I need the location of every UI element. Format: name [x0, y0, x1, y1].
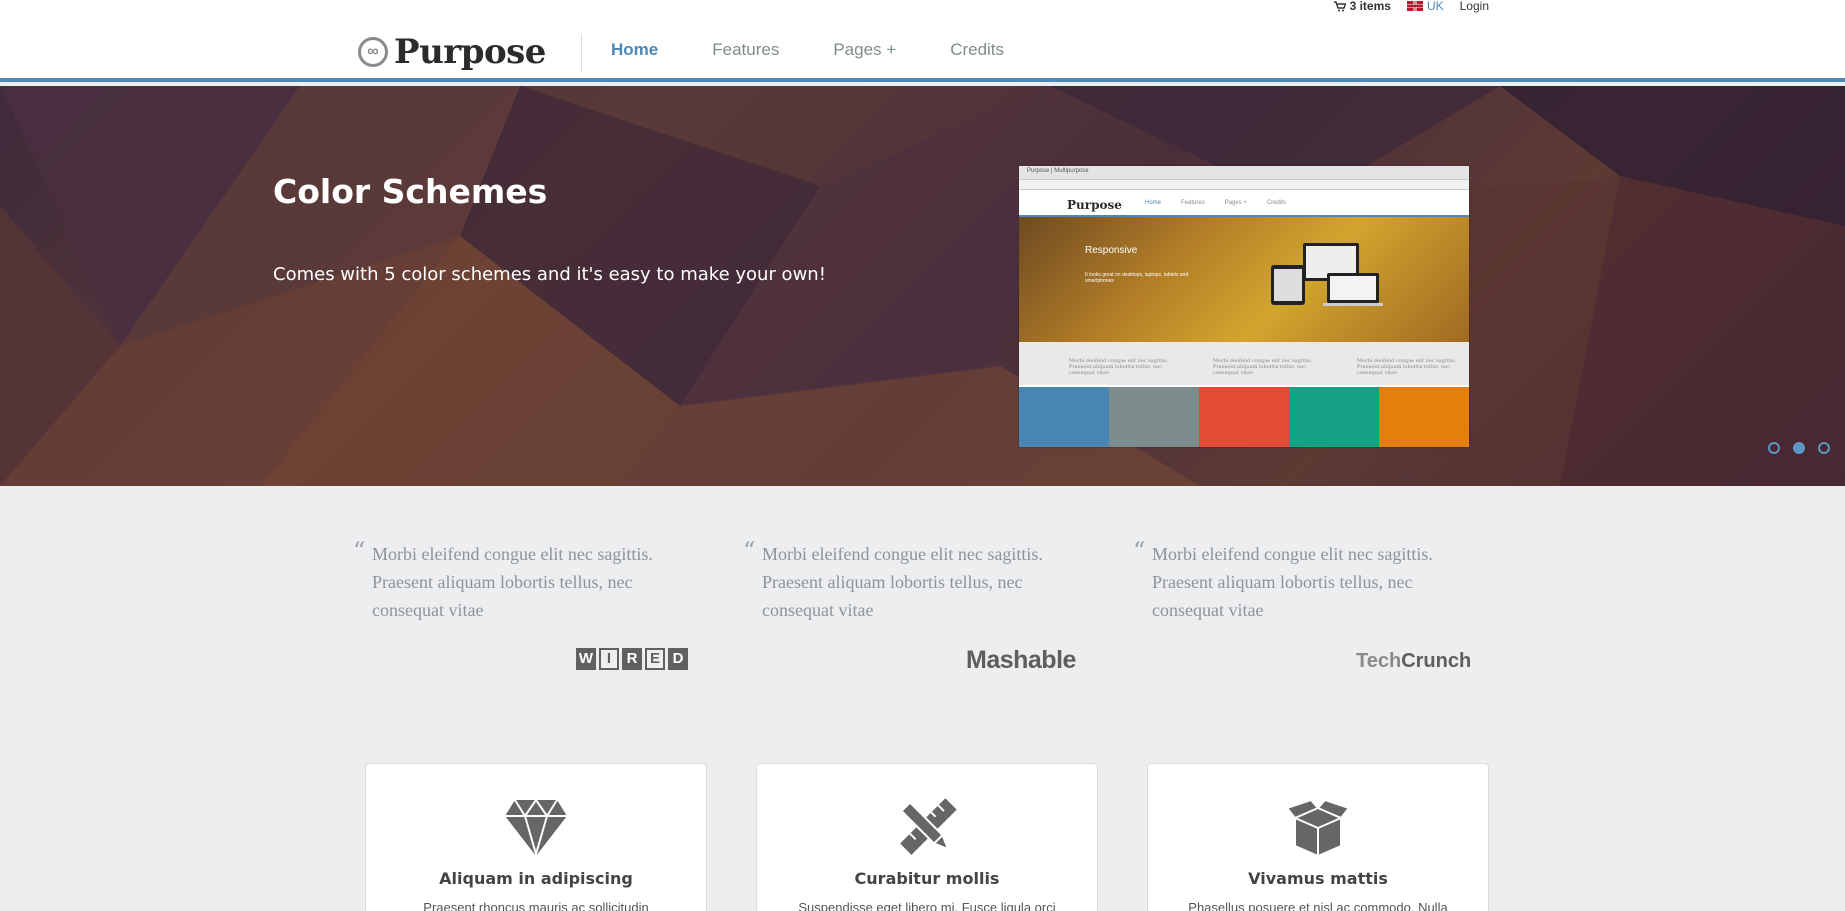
nav-features[interactable]: Features	[712, 40, 779, 60]
wired-letter: E	[645, 648, 665, 670]
wired-letter: D	[668, 648, 688, 670]
login-link[interactable]: Login	[1460, 0, 1489, 13]
preview-quote: Morbi eleifend congue elit nec sagittis.…	[1357, 358, 1457, 376]
slider-pagination	[1768, 442, 1830, 454]
infinity-logo-icon: ∞	[358, 37, 388, 67]
nav-divider	[581, 34, 582, 72]
testimonial: “ Morbi eleifend congue elit nec sagitti…	[743, 537, 1133, 674]
feature-text: Phasellus posuere et nisl ac commodo. Nu…	[1188, 900, 1448, 911]
preview-logo: Purpose	[1067, 198, 1122, 212]
utility-bar: 3 items UK Login	[1333, 0, 1489, 13]
wired-letter: R	[622, 648, 642, 670]
region-label: UK	[1426, 0, 1444, 13]
preview-nav-home: Home	[1145, 200, 1162, 206]
address-bar	[1019, 180, 1469, 190]
region-selector[interactable]: UK	[1406, 0, 1444, 13]
swatch-gray	[1109, 387, 1199, 447]
preview-quote: Morbi eleifend congue elit nec sagittis.…	[1213, 358, 1313, 376]
cart-icon	[1333, 0, 1346, 11]
diamond-icon	[505, 798, 567, 858]
wired-logo: WIRED	[576, 648, 688, 670]
site-logo[interactable]: ∞ Purpose	[358, 32, 546, 72]
hero-title: Color Schemes	[273, 172, 548, 211]
slide-dot-1[interactable]	[1768, 442, 1780, 454]
nav-home[interactable]: Home	[611, 40, 658, 60]
testimonial: “ Morbi eleifend congue elit nec sagitti…	[353, 537, 743, 670]
testimonial: “ Morbi eleifend congue elit nec sagitti…	[1133, 537, 1523, 672]
swatch-green	[1289, 387, 1379, 447]
feature-card: Curabitur mollis Suspendisse eget libero…	[756, 763, 1098, 911]
cart-count: 3 items	[1349, 0, 1391, 13]
preview-nav-credits: Credits	[1266, 200, 1286, 206]
nav-credits[interactable]: Credits	[950, 40, 1004, 60]
logo-text: Purpose	[394, 32, 546, 72]
feature-card: Aliquam in adipiscing Praesent rhoncus m…	[365, 763, 707, 911]
wired-letter: W	[576, 648, 596, 670]
color-schemes-preview: Purpose | Multipurpose Purpose Home Feat…	[1019, 166, 1469, 447]
nav-pages[interactable]: Pages +	[833, 40, 896, 60]
preview-hero: Responsive It looks great on desktops, l…	[1019, 217, 1469, 342]
mashable-logo: Mashable	[966, 646, 1076, 674]
quote-icon: “	[1133, 537, 1146, 565]
wired-letter: I	[599, 648, 619, 670]
box-icon	[1285, 798, 1351, 858]
color-swatches	[1019, 387, 1469, 447]
feature-title: Aliquam in adipiscing	[439, 869, 633, 888]
site-header: 3 items UK Login ∞ Purpose Home Features…	[0, 0, 1845, 82]
uk-flag-icon	[1406, 1, 1423, 11]
feature-text: Suspendisse eget libero mi. Fusce ligula…	[798, 900, 1056, 911]
testimonial-text: Morbi eleifend congue elit nec sagittis.…	[762, 544, 1043, 620]
quote-icon: “	[743, 537, 756, 565]
feature-cards: Aliquam in adipiscing Praesent rhoncus m…	[365, 763, 1489, 911]
testimonials: “ Morbi eleifend congue elit nec sagitti…	[353, 537, 1523, 674]
preview-nav: Home Features Pages + Credits	[1145, 200, 1286, 206]
preview-hero-title: Responsive	[1085, 245, 1138, 256]
cart-link[interactable]: 3 items	[1333, 0, 1391, 13]
preview-hero-text: It looks great on desktops, laptops, tab…	[1085, 272, 1189, 284]
preview-quote: Morbi eleifend congue elit nec sagittis.…	[1069, 358, 1169, 376]
devices-icon	[1271, 243, 1383, 306]
pencil-ruler-icon	[900, 798, 957, 855]
polygon-background	[0, 86, 1845, 486]
swatch-red	[1199, 387, 1289, 447]
preview-quotes: Morbi eleifend congue elit nec sagittis.…	[1019, 342, 1469, 385]
hero-subtitle: Comes with 5 color schemes and it's easy…	[273, 264, 826, 285]
hero-slider: Color Schemes Comes with 5 color schemes…	[0, 86, 1845, 486]
testimonial-text: Morbi eleifend congue elit nec sagittis.…	[1152, 544, 1433, 620]
feature-title: Vivamus mattis	[1248, 869, 1388, 888]
browser-tab: Purpose | Multipurpose	[1019, 166, 1469, 180]
techcrunch-logo: TechCrunch	[1356, 650, 1471, 673]
preview-nav-features: Features	[1181, 200, 1205, 206]
swatch-blue	[1019, 387, 1109, 447]
techcrunch-tech: Tech	[1356, 650, 1402, 672]
swatch-orange	[1379, 387, 1469, 447]
testimonial-text: Morbi eleifend congue elit nec sagittis.…	[372, 544, 653, 620]
feature-text: Praesent rhoncus mauris ac sollicitudin	[423, 900, 649, 911]
feature-card: Vivamus mattis Phasellus posuere et nisl…	[1147, 763, 1489, 911]
feature-title: Curabitur mollis	[854, 869, 1000, 888]
slide-dot-3[interactable]	[1818, 442, 1830, 454]
preview-header: Purpose Home Features Pages + Credits	[1019, 190, 1469, 217]
slide-dot-2[interactable]	[1793, 442, 1805, 454]
quote-icon: “	[353, 537, 366, 565]
techcrunch-crunch: Crunch	[1401, 650, 1472, 672]
main-nav: Home Features Pages + Credits	[611, 40, 1058, 60]
preview-nav-pages: Pages +	[1224, 200, 1247, 206]
